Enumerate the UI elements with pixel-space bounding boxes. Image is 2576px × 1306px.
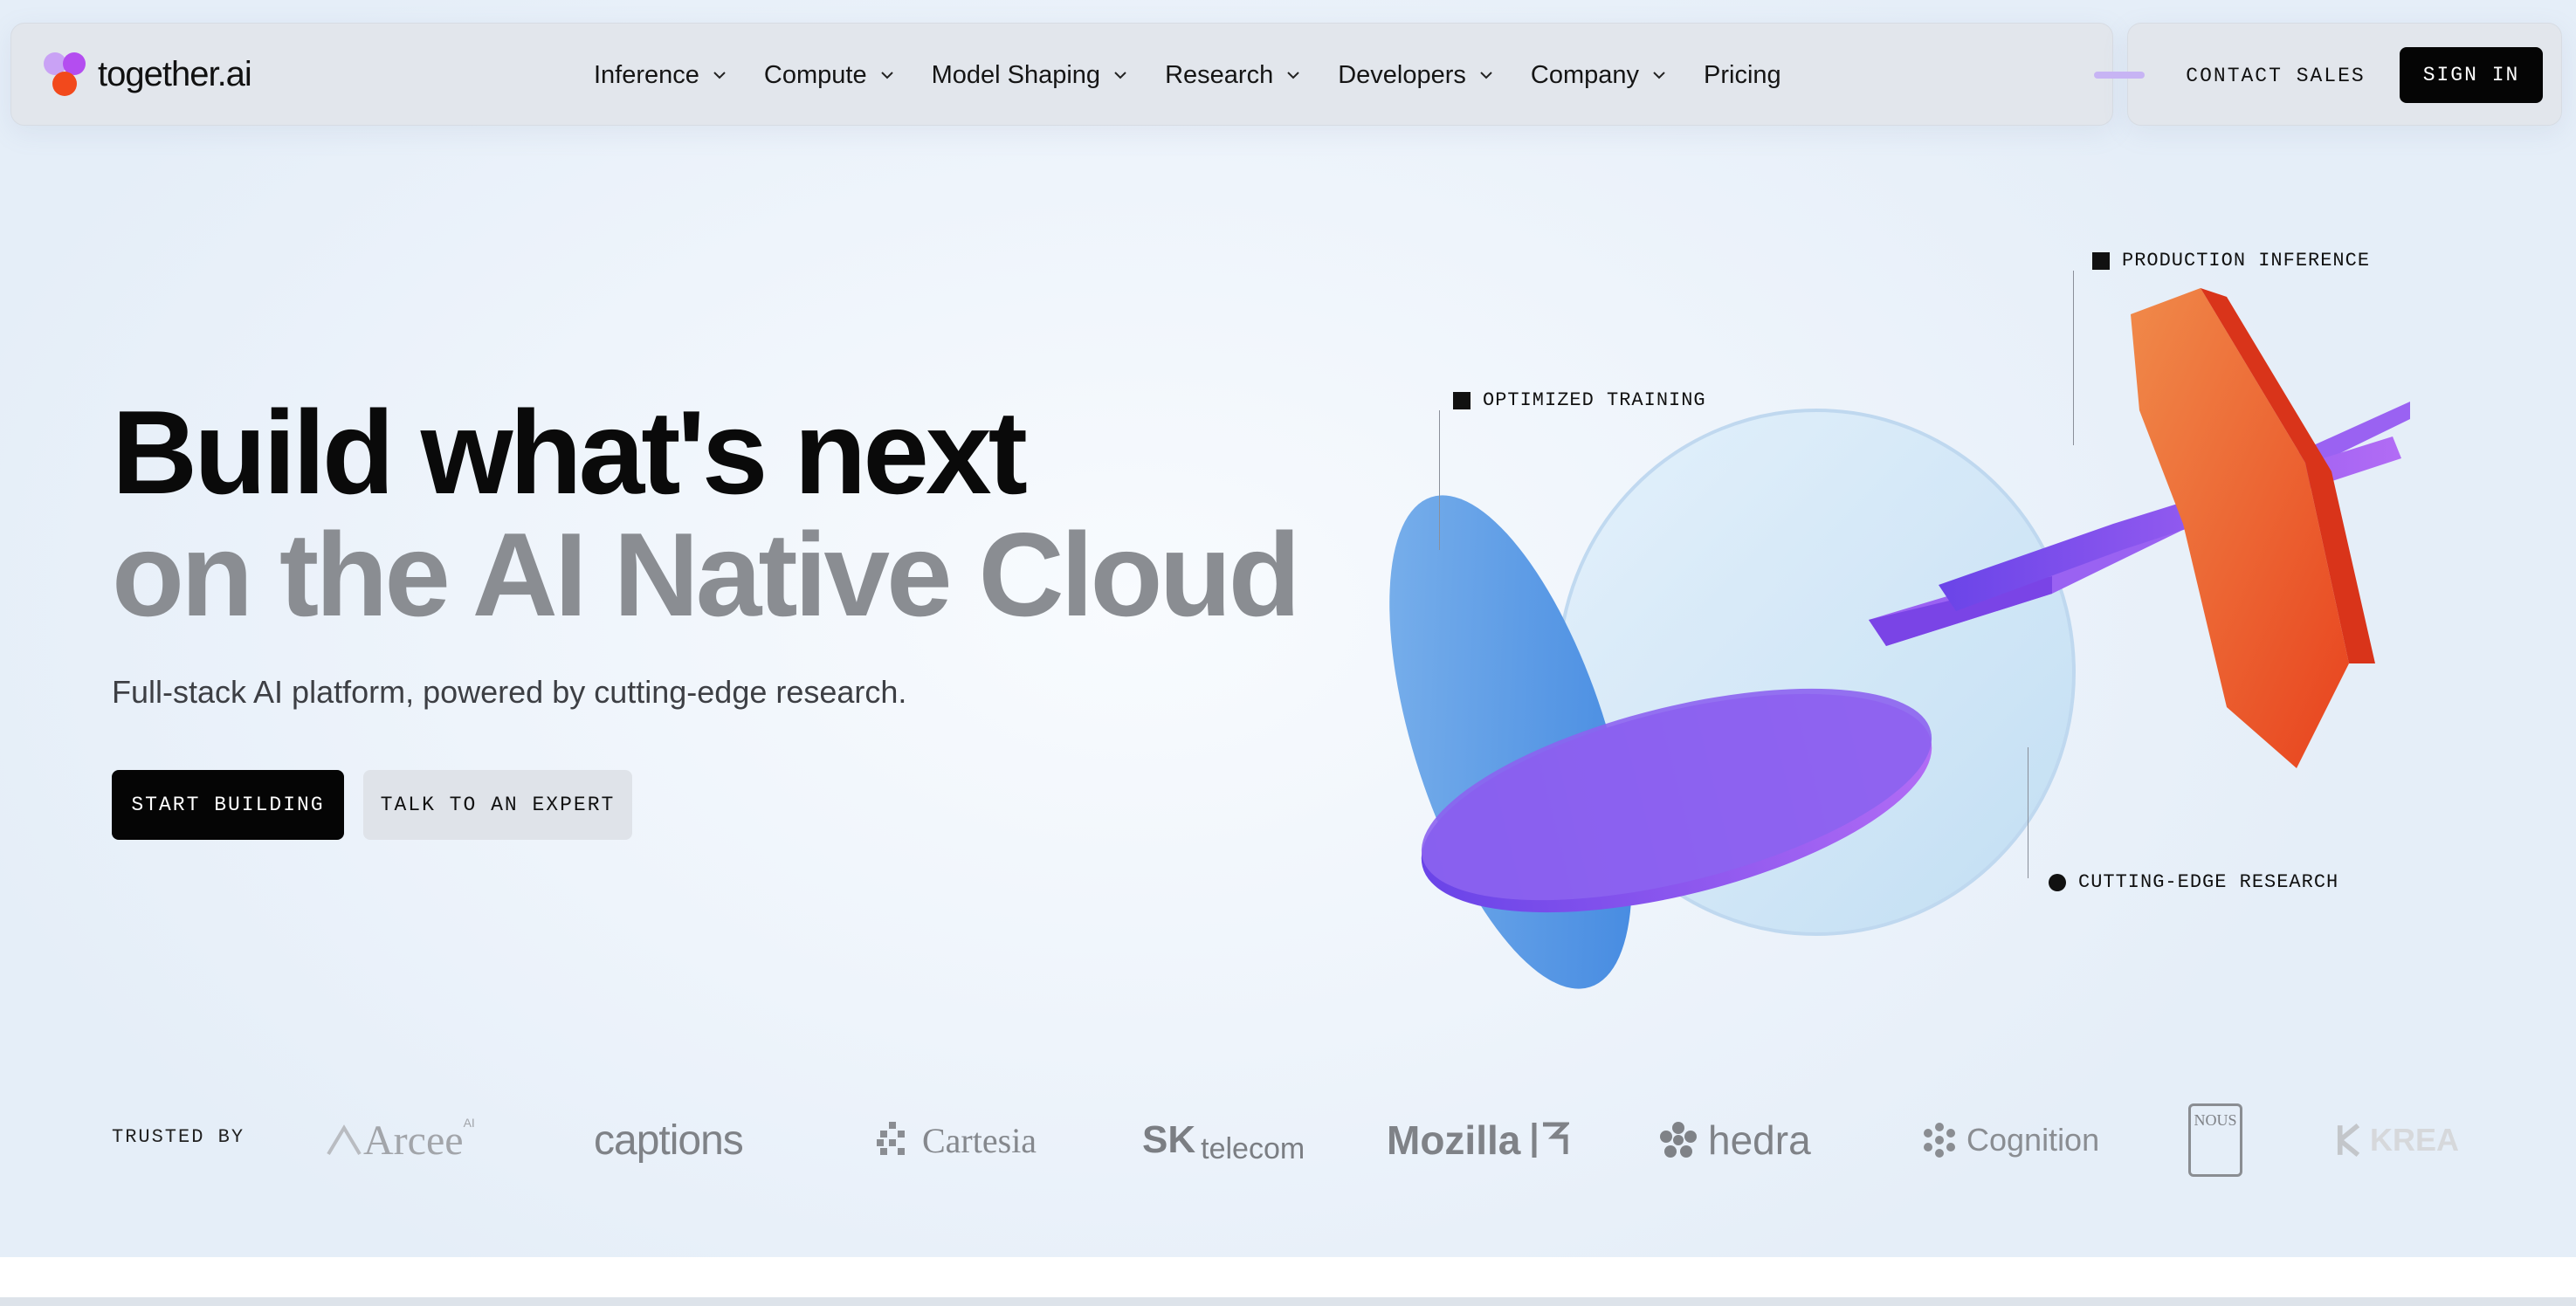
trusted-by-label: TRUSTED BY bbox=[112, 1126, 245, 1148]
customer-logo-sk-telecom: SK telecom bbox=[1142, 1118, 1305, 1165]
start-building-button[interactable]: START BUILDING bbox=[112, 770, 344, 840]
customer-logo-captions: captions bbox=[594, 1117, 744, 1164]
nav-item-inference[interactable]: Inference bbox=[594, 61, 727, 90]
sign-in-button[interactable]: SIGN IN bbox=[2400, 47, 2543, 103]
cognition-mark-icon bbox=[1924, 1123, 1955, 1158]
page-bottom-strip bbox=[0, 1297, 2576, 1306]
together-ai-logo[interactable]: together.ai bbox=[44, 51, 252, 98]
chevron-down-icon bbox=[1478, 67, 1494, 83]
primary-menu: Inference Compute Model Shaping Research… bbox=[594, 54, 1818, 96]
nav-item-model-shaping[interactable]: Model Shaping bbox=[932, 61, 1128, 90]
hero-headline: Build what's next on the AI Native Cloud bbox=[112, 386, 1301, 641]
hedra-mark-icon bbox=[1660, 1122, 1697, 1158]
chevron-down-icon bbox=[1285, 67, 1301, 83]
chevron-down-icon bbox=[1112, 67, 1128, 83]
chevron-down-icon bbox=[879, 67, 895, 83]
research-glyph-icon bbox=[2049, 873, 2066, 891]
training-glyph-icon bbox=[1453, 391, 1471, 409]
customer-logo-nous: NOUS bbox=[2188, 1103, 2242, 1177]
chevron-down-icon bbox=[712, 67, 727, 83]
tag-leader-line bbox=[1439, 410, 1440, 550]
customer-logo-hedra: hedra bbox=[1659, 1105, 1811, 1175]
hero-subheadline: Full-stack AI platform, powered by cutti… bbox=[112, 674, 907, 710]
chevron-down-icon bbox=[1651, 67, 1667, 83]
talk-to-expert-button[interactable]: TALK TO AN EXPERT bbox=[363, 770, 632, 840]
logo-wordmark: together.ai bbox=[98, 54, 252, 93]
customer-logo-mozilla: Mozilla bbox=[1387, 1105, 1570, 1175]
inference-glyph-icon bbox=[2092, 251, 2110, 270]
hero-headline-line1: Build what's next bbox=[112, 386, 1028, 519]
nav-item-company[interactable]: Company bbox=[1531, 61, 1667, 90]
nav-item-research[interactable]: Research bbox=[1165, 61, 1301, 90]
nav-item-pricing[interactable]: Pricing bbox=[1704, 61, 1781, 90]
nav-divider-accent bbox=[2094, 72, 2145, 79]
logo-mark-icon bbox=[44, 51, 89, 98]
nav-item-compute[interactable]: Compute bbox=[764, 61, 895, 90]
tag-optimized-training: OPTIMIZED TRAINING bbox=[1453, 389, 1706, 411]
hero-illustration: OPTIMIZED TRAINING PRODUCTION INFERENCE … bbox=[1327, 236, 2462, 1021]
tag-production-inference: PRODUCTION INFERENCE bbox=[2092, 250, 2370, 272]
customer-logo-krea: KREA bbox=[2337, 1105, 2459, 1175]
next-section-edge bbox=[0, 1257, 2576, 1297]
hero-3d-shapes bbox=[1389, 288, 2410, 989]
customer-logo-cartesia: Cartesia bbox=[877, 1105, 1037, 1175]
arcee-mark-icon bbox=[327, 1124, 362, 1156]
krea-mark-icon bbox=[2337, 1123, 2360, 1158]
customer-logo-cognition: Cognition bbox=[1921, 1105, 2099, 1175]
mozilla-mark-icon bbox=[1532, 1122, 1570, 1158]
hero-headline-line2: on the AI Native Cloud bbox=[112, 508, 1301, 641]
cartesia-mark-icon bbox=[877, 1122, 905, 1155]
customer-logo-arcee: Arcee AI bbox=[325, 1105, 475, 1175]
contact-sales-button[interactable]: CONTACT SALES bbox=[2171, 54, 2380, 98]
tag-cutting-edge-research: CUTTING-EDGE RESEARCH bbox=[2049, 871, 2338, 893]
nav-item-developers[interactable]: Developers bbox=[1338, 61, 1494, 90]
tag-leader-line bbox=[2073, 271, 2074, 445]
